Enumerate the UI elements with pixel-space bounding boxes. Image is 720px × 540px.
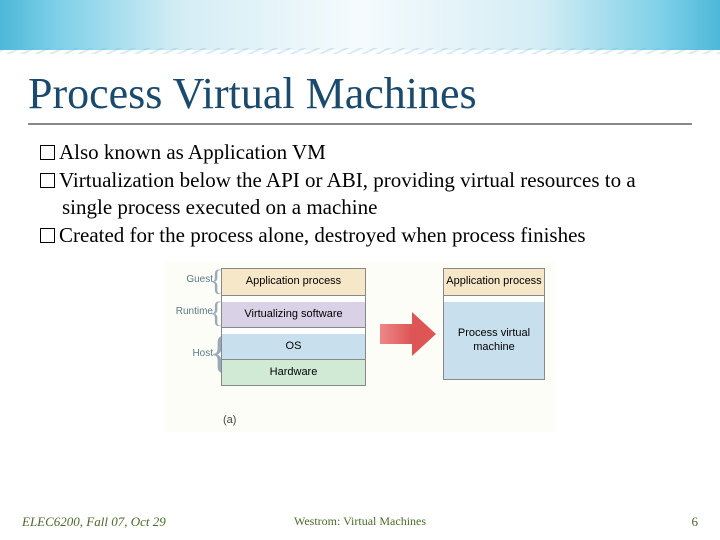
label-host: Host <box>165 348 213 361</box>
layer-app-process: Application process <box>221 268 366 296</box>
footer-course-info: ELEC6200, Fall 07, Oct 29 <box>22 514 166 530</box>
bullet-text: Created for the process alone, destroyed… <box>59 223 586 247</box>
layer-hardware: Hardware <box>221 360 366 386</box>
panel-label: (a) <box>223 414 236 428</box>
bullet-item: Virtualization below the API or ABI, pro… <box>40 167 680 220</box>
bullet-item: Also known as Application VM <box>40 139 680 165</box>
footer-page-number: 6 <box>692 514 699 530</box>
checkbox-icon <box>40 228 55 243</box>
slide-footer: ELEC6200, Fall 07, Oct 29 Westrom: Virtu… <box>0 514 720 530</box>
process-vm-diagram: Guest { Runtime { Host { Application pro… <box>165 262 555 432</box>
title-underline <box>28 123 692 125</box>
bullet-text: Also known as Application VM <box>59 140 326 164</box>
header-decorative-band <box>0 0 720 50</box>
right-stack: Application process Process virtual mach… <box>443 268 545 380</box>
slide-title: Process Virtual Machines <box>0 50 720 123</box>
slide-body: Also known as Application VM Virtualizat… <box>0 135 720 432</box>
layer-virtualizing-software: Virtualizing software <box>221 302 366 328</box>
left-stack: Application process Virtualizing softwar… <box>221 268 366 386</box>
layer-process-vm: Process virtual machine <box>443 302 545 380</box>
checkbox-icon <box>40 145 55 160</box>
bullet-item: Created for the process alone, destroyed… <box>40 222 680 248</box>
layer-os: OS <box>221 334 366 360</box>
label-guest: Guest <box>165 274 213 287</box>
layer-app-process-right: Application process <box>443 268 545 296</box>
footer-presentation-title: Westrom: Virtual Machines <box>294 514 426 529</box>
label-runtime: Runtime <box>165 306 213 319</box>
checkbox-icon <box>40 173 55 188</box>
bullet-text: Virtualization below the API or ABI, pro… <box>59 168 636 218</box>
